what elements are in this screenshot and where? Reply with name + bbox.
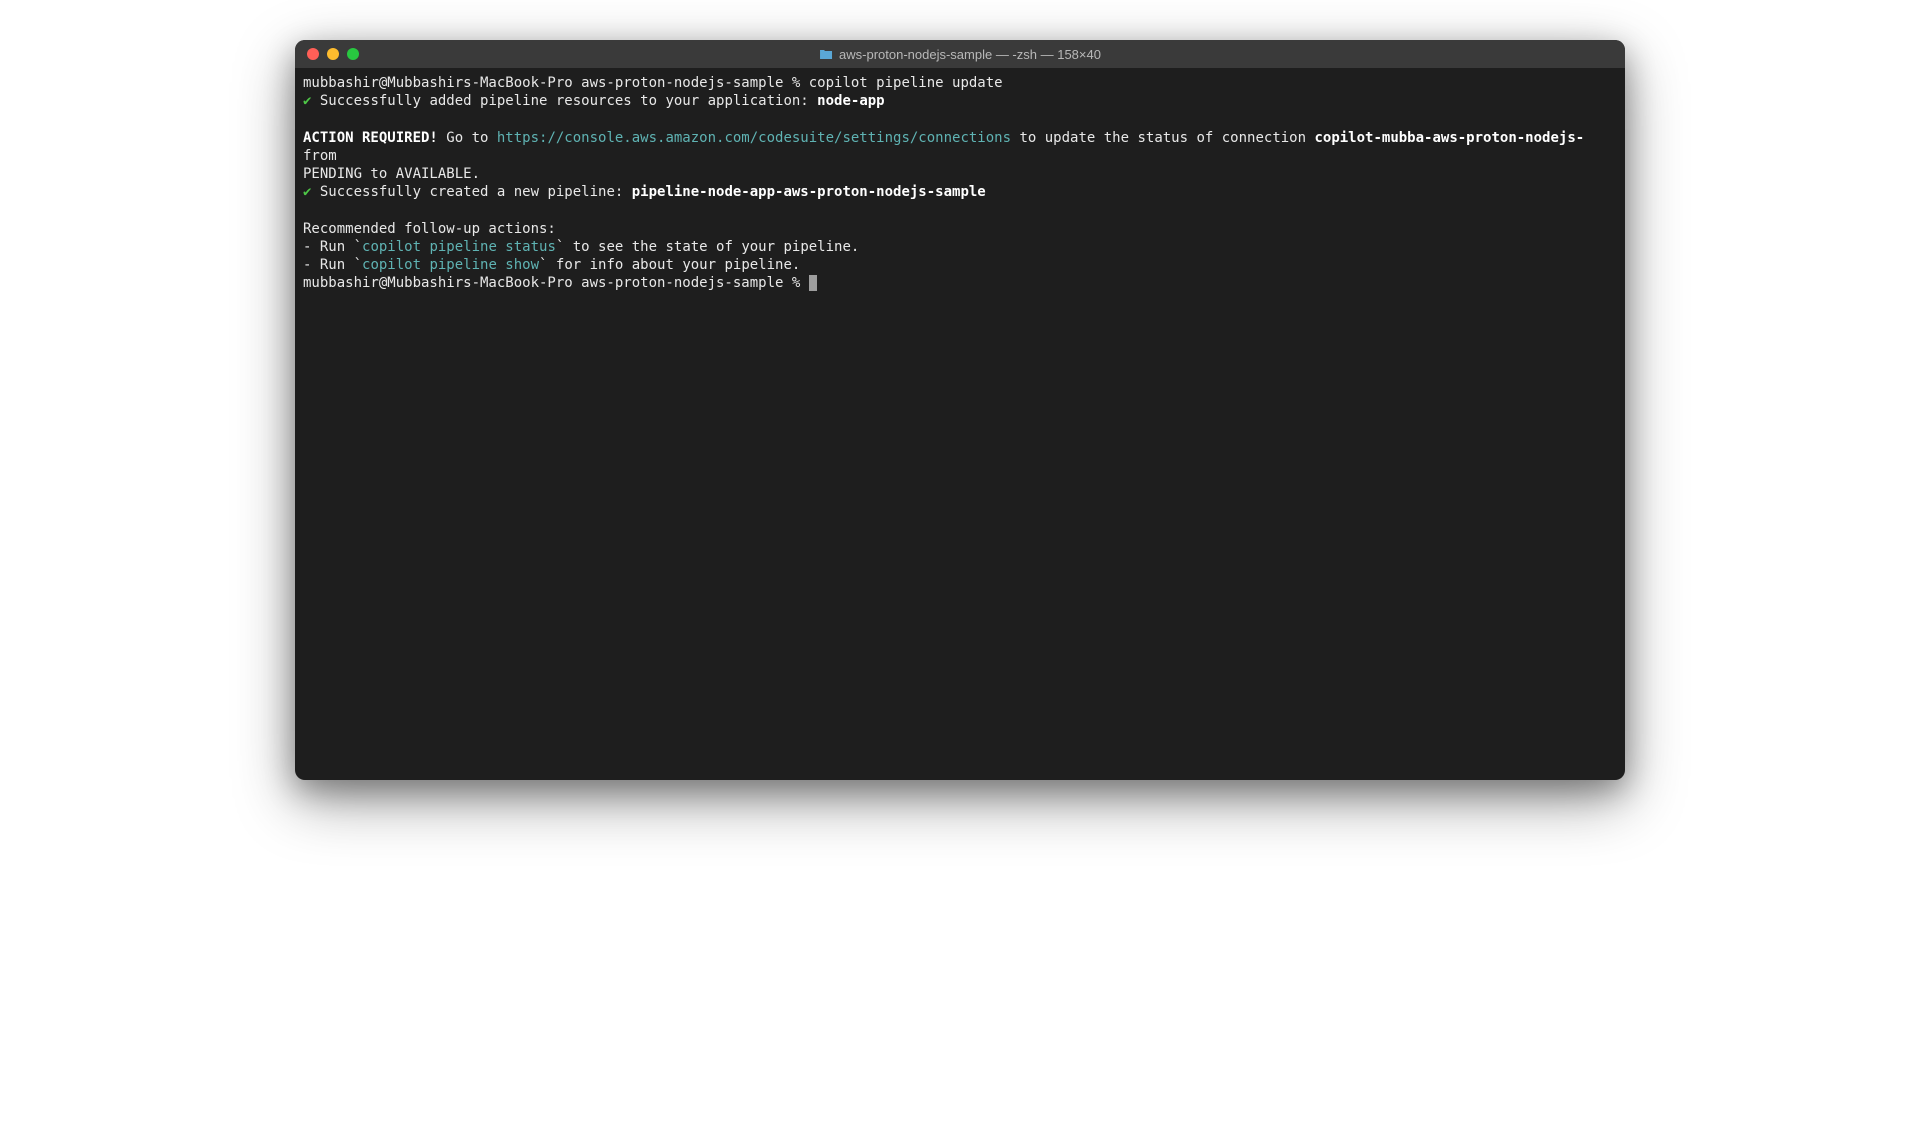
- traffic-lights: [307, 48, 359, 60]
- output-text: Go to: [438, 130, 497, 146]
- output-text: to update the status of connection: [1011, 130, 1314, 146]
- output-text: Successfully created a new pipeline:: [311, 184, 631, 200]
- prompt-text: mubbashir@Mubbashirs-MacBook-Pro aws-pro…: [303, 75, 809, 91]
- terminal-line: - Run `copilot pipeline show` for info a…: [303, 256, 1617, 274]
- maximize-button[interactable]: [347, 48, 359, 60]
- output-text: ` to see the state of your pipeline.: [556, 239, 859, 255]
- terminal-window: aws-proton-nodejs-sample — -zsh — 158×40…: [295, 40, 1625, 780]
- minimize-button[interactable]: [327, 48, 339, 60]
- command-text: copilot pipeline update: [809, 75, 1003, 91]
- terminal-line: PENDING to AVAILABLE.: [303, 165, 1617, 183]
- output-text: Recommended follow-up actions:: [303, 221, 556, 237]
- terminal-line: mubbashir@Mubbashirs-MacBook-Pro aws-pro…: [303, 274, 1617, 292]
- terminal-line: - Run `copilot pipeline status` to see t…: [303, 238, 1617, 256]
- output-text: - Run `: [303, 257, 362, 273]
- suggested-command: copilot pipeline status: [362, 239, 556, 255]
- pipeline-name: pipeline-node-app-aws-proton-nodejs-samp…: [632, 184, 986, 200]
- title-bar: aws-proton-nodejs-sample — -zsh — 158×40: [295, 40, 1625, 68]
- close-button[interactable]: [307, 48, 319, 60]
- terminal-line: Recommended follow-up actions:: [303, 220, 1617, 238]
- app-name: node-app: [817, 93, 884, 109]
- connection-name: copilot-mubba-aws-proton-nodejs-: [1314, 130, 1584, 146]
- output-text: PENDING to AVAILABLE.: [303, 166, 480, 182]
- prompt-text: mubbashir@Mubbashirs-MacBook-Pro aws-pro…: [303, 275, 809, 291]
- cursor: [809, 275, 817, 291]
- action-required-label: ACTION REQUIRED!: [303, 130, 438, 146]
- output-text: ` for info about your pipeline.: [539, 257, 800, 273]
- terminal-line: ✔ Successfully added pipeline resources …: [303, 92, 1617, 110]
- terminal-line-blank: [303, 201, 1617, 219]
- aws-console-link: https://console.aws.amazon.com/codesuite…: [497, 130, 1011, 146]
- output-text: - Run `: [303, 239, 362, 255]
- suggested-command: copilot pipeline show: [362, 257, 539, 273]
- folder-icon: [819, 48, 833, 60]
- terminal-body[interactable]: mubbashir@Mubbashirs-MacBook-Pro aws-pro…: [295, 68, 1625, 780]
- window-title: aws-proton-nodejs-sample — -zsh — 158×40: [819, 47, 1101, 62]
- terminal-line: mubbashir@Mubbashirs-MacBook-Pro aws-pro…: [303, 74, 1617, 92]
- output-text: Successfully added pipeline resources to…: [311, 93, 817, 109]
- window-title-text: aws-proton-nodejs-sample — -zsh — 158×40: [839, 47, 1101, 62]
- terminal-line: ✔ Successfully created a new pipeline: p…: [303, 183, 1617, 201]
- terminal-line-blank: [303, 110, 1617, 128]
- terminal-line: ACTION REQUIRED! Go to https://console.a…: [303, 129, 1617, 165]
